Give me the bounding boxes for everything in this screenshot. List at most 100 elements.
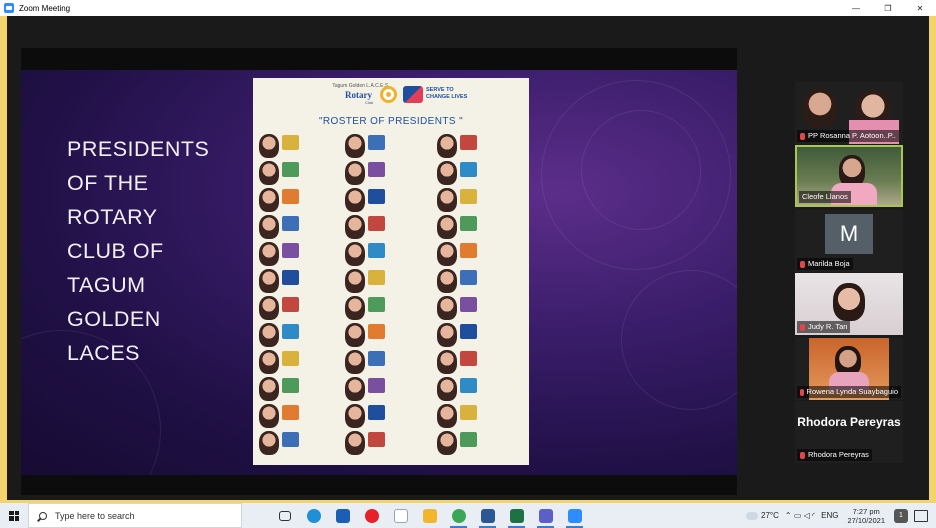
slide-decoration (541, 80, 731, 270)
close-button[interactable]: ✕ (904, 0, 936, 16)
rotary-year-logo (282, 405, 299, 420)
participant-name: Rhodora Pereyras (808, 450, 869, 459)
edge-taskbar-button[interactable] (299, 503, 328, 528)
president-entry (437, 134, 521, 162)
rotary-year-logo (282, 270, 299, 285)
volume-icon: ◁ (803, 511, 810, 520)
participant-name-label: Rowena Lynda Suaybaguio (797, 386, 901, 398)
president-photo (345, 215, 365, 239)
maximize-button[interactable]: ❐ (872, 0, 904, 16)
task-view-icon (278, 510, 291, 521)
start-button[interactable] (0, 503, 28, 528)
rotary-year-logo (368, 189, 385, 204)
president-entry (345, 269, 429, 297)
rotary-year-logo (460, 270, 477, 285)
president-entry (259, 215, 343, 243)
tray-icons[interactable]: ⌃ ▭ ◁ ◜ (785, 511, 815, 520)
president-photo (345, 296, 365, 320)
president-entry (259, 377, 343, 405)
participant-name: Marilda Boja (808, 259, 850, 268)
task-view-taskbar-button[interactable] (270, 503, 299, 528)
minimize-button[interactable]: — (840, 0, 872, 16)
president-entry (259, 134, 343, 162)
notification-badge[interactable]: 1 (894, 508, 908, 523)
president-entry (259, 350, 343, 378)
action-center-icon[interactable] (914, 509, 928, 522)
participant-tile-active-speaker[interactable]: Cleofe Llanos (795, 145, 903, 207)
teams-taskbar-button[interactable] (531, 503, 560, 528)
shared-slide: PRESIDENTS OF THE ROTARY CLUB OF TAGUM G… (21, 70, 737, 475)
taskbar-clock[interactable]: 7:27 pm 27/10/2021 (847, 507, 885, 525)
rotary-year-logo (282, 324, 299, 339)
president-photo (437, 404, 457, 428)
rotary-year-logo (460, 135, 477, 150)
word-taskbar-button[interactable] (473, 503, 502, 528)
participant-tile[interactable]: PP Rosanna P. Aotoon..P.. (795, 82, 903, 144)
windows-logo-icon (9, 510, 19, 521)
rotary-year-logo (368, 270, 385, 285)
participant-name-label: Judy R. Tan (797, 321, 851, 333)
participant-tile[interactable]: Rhodora Pereyras Rhodora Pereyras (795, 401, 903, 463)
president-entry (345, 215, 429, 243)
opera-taskbar-button[interactable] (357, 503, 386, 528)
president-photo (437, 431, 457, 455)
teams-icon (538, 508, 553, 523)
mail-taskbar-button[interactable] (328, 503, 357, 528)
language-indicator[interactable]: ENG (821, 511, 838, 520)
rotary-year-logo (368, 243, 385, 258)
word-icon (480, 508, 495, 523)
president-photo (345, 377, 365, 401)
president-photo (259, 404, 279, 428)
mic-muted-icon (800, 451, 805, 459)
president-photo (345, 134, 365, 158)
taskbar-search-box[interactable]: Type here to search (28, 503, 242, 528)
rotary-year-logo (460, 432, 477, 447)
file-explorer-taskbar-button[interactable] (415, 503, 444, 528)
president-entry (437, 404, 521, 432)
rotary-year-logo (368, 405, 385, 420)
president-photo (259, 431, 279, 455)
slide-letterbox-top (21, 48, 737, 70)
poster-theme-line: CHANGE LIVES (426, 94, 468, 100)
window-title-bar: Zoom Meeting — ❐ ✕ (0, 0, 936, 16)
president-photo (259, 350, 279, 374)
poster-theme: SERVE TO CHANGE LIVES (426, 87, 467, 101)
president-photo (345, 269, 365, 293)
rotary-year-logo (460, 216, 477, 231)
participant-tile[interactable]: Rowena Lynda Suaybaguio (795, 338, 903, 400)
participant-name-label: Cleofe Llanos (799, 191, 851, 203)
weather-widget[interactable]: 27°C (746, 511, 779, 520)
wifi-icon: ◜ (812, 511, 816, 520)
rotary-year-logo (460, 297, 477, 312)
participant-tile[interactable]: Judy R. Tan (795, 273, 903, 335)
zoom-taskbar-button[interactable] (560, 503, 589, 528)
rotary-year-logo (460, 324, 477, 339)
rotary-year-logo (368, 135, 385, 150)
president-entry (437, 377, 521, 405)
president-photo (345, 161, 365, 185)
president-photo (437, 188, 457, 212)
president-entry (345, 134, 429, 162)
clock-date: 27/10/2021 (847, 515, 885, 525)
rotary-year-logo (368, 378, 385, 393)
president-photo (345, 323, 365, 347)
rotary-logo-text: Rotary (345, 90, 372, 100)
cloud-icon (746, 511, 758, 520)
president-photo (437, 269, 457, 293)
file-taskbar-button[interactable] (386, 503, 415, 528)
president-entry (345, 404, 429, 432)
president-entry (345, 377, 429, 405)
president-entry (259, 323, 343, 351)
participant-tile[interactable]: M Marilda Boja (795, 210, 903, 272)
rotary-year-logo (282, 243, 299, 258)
excel-taskbar-button[interactable] (502, 503, 531, 528)
chrome-taskbar-button[interactable] (444, 503, 473, 528)
poster-heading: "ROSTER OF PRESIDENTS " (318, 116, 464, 127)
president-entry (345, 350, 429, 378)
participant-name: Judy R. Tan (808, 322, 848, 331)
president-photo (437, 242, 457, 266)
president-entry (437, 269, 521, 297)
participant-name-label: Rhodora Pereyras (797, 449, 872, 461)
president-photo (259, 269, 279, 293)
mic-muted-icon (800, 323, 805, 331)
